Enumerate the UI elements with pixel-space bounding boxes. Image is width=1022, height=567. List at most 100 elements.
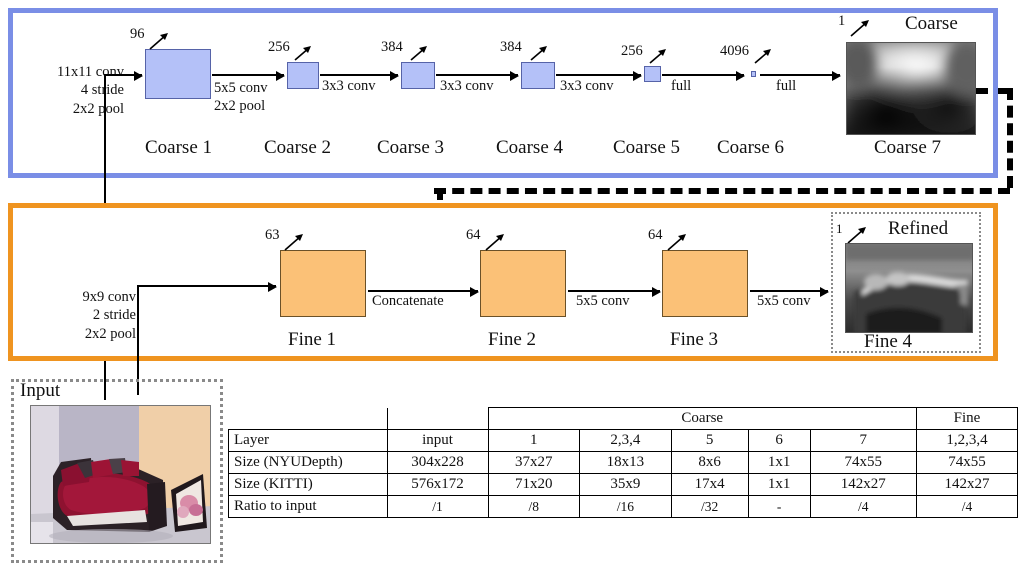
fine-3-channel-pointer-icon xyxy=(667,234,686,251)
arrow-coarse1-to-coarse2 xyxy=(212,71,285,82)
fine-3-channels: 64 xyxy=(648,227,663,243)
fine-input-op-line2: 2 stride xyxy=(92,307,136,324)
arrow-input-to-fine1 xyxy=(137,282,277,293)
fine-1-block xyxy=(280,250,366,317)
coarse-op1-line1: 5x5 conv xyxy=(214,80,268,96)
cell-nyu-c1: 37x27 xyxy=(487,451,581,474)
coarse-output-caption: Coarse xyxy=(905,13,958,34)
coarse-5-channel-pointer-icon xyxy=(649,49,666,64)
fine-input-op-line3: 2x2 pool xyxy=(84,325,136,342)
fine-2-block xyxy=(480,250,566,317)
coarse-input-op-line2: 4 stride xyxy=(80,82,124,99)
group-blank-2 xyxy=(386,407,489,430)
fine-2-channel-pointer-icon xyxy=(485,234,504,251)
dashed-link-segment-b xyxy=(1007,88,1013,188)
group-header-coarse: Coarse xyxy=(487,407,917,430)
coarse-4-channels: 384 xyxy=(500,39,522,55)
coarse-op6-label: full xyxy=(776,78,797,94)
arrow-fine1-to-fine2 xyxy=(368,287,479,298)
col-header-fine1234: 1,2,3,4 xyxy=(916,429,1018,452)
coarse-4-label: Coarse 4 xyxy=(496,137,564,158)
dashed-link-segment-c xyxy=(434,188,1010,194)
row-label-kitti: Size (KITTI) xyxy=(228,473,388,496)
arrow-fine3-to-fine4 xyxy=(750,287,829,298)
coarse-input-op-line3: 2x2 pool xyxy=(72,100,124,117)
coarse-input-op-line1: 11x11 conv xyxy=(57,64,124,80)
table-column-header-row: Layer input 1 2,3,4 5 6 7 1,2,3,4 xyxy=(228,429,1018,452)
cell-nyu-fine: 74x55 xyxy=(916,451,1018,474)
cell-ratio-c5: /32 xyxy=(670,495,749,518)
fine-1-label: Fine 1 xyxy=(288,329,337,350)
coarse-5-label: Coarse 5 xyxy=(613,137,681,158)
dashed-link-segment-a xyxy=(976,88,1010,94)
cell-kitti-c1: 71x20 xyxy=(487,473,581,496)
coarse-4-block xyxy=(521,62,555,89)
coarse-op4-label: 3x3 conv xyxy=(560,78,614,94)
arrow-input-to-coarse1 xyxy=(104,71,143,82)
fine-output-caption: Refined xyxy=(888,218,949,239)
figure-root: 11x11 conv 4 stride 2x2 pool 96 Coarse 1… xyxy=(0,0,1022,567)
coarse-3-label: Coarse 3 xyxy=(377,137,445,158)
coarse-op1-line2: 2x2 pool xyxy=(214,98,266,115)
coarse-6-channel-pointer-icon xyxy=(754,49,771,64)
coarse-2-block xyxy=(287,62,319,89)
coarse-7-label: Coarse 7 xyxy=(874,137,942,158)
input-photo xyxy=(30,405,211,544)
col-header-c5: 5 xyxy=(670,429,749,452)
group-header-fine: Fine xyxy=(916,407,1018,430)
coarse-2-label: Coarse 2 xyxy=(264,137,332,158)
col-header-c7: 7 xyxy=(809,429,918,452)
layer-size-table: Coarse Fine Layer input 1 2,3,4 5 6 7 1,… xyxy=(228,407,1018,518)
col-header-layer: Layer xyxy=(228,429,388,452)
col-header-c1: 1 xyxy=(487,429,581,452)
cell-nyu-c5: 8x6 xyxy=(670,451,749,474)
table-group-header-row: Coarse Fine xyxy=(228,407,1018,430)
coarse-3-channel-pointer-icon xyxy=(410,46,427,61)
coarse-1-label: Coarse 1 xyxy=(145,137,213,158)
row-label-nyudepth: Size (NYUDepth) xyxy=(228,451,388,474)
coarse-5-channels: 256 xyxy=(621,43,643,59)
coarse-4-channel-pointer-icon xyxy=(530,46,547,61)
fine-1-channel-pointer-icon xyxy=(284,234,303,251)
fine-4-channels: 1 xyxy=(836,221,843,236)
coarse-3-block xyxy=(401,62,435,89)
arrow-coarse5-to-coarse6 xyxy=(662,71,745,82)
table-row: Size (KITTI) 576x172 71x20 35x9 17x4 1x1… xyxy=(228,473,1018,496)
fine-3-label: Fine 3 xyxy=(670,329,719,350)
coarse-depth-map-image xyxy=(846,42,976,135)
arrow-coarse2-to-coarse3 xyxy=(320,71,399,82)
coarse-2-channels: 256 xyxy=(268,39,290,55)
row-label-ratio: Ratio to input xyxy=(228,495,388,518)
coarse-1-channel-pointer-icon xyxy=(149,33,168,50)
coarse-7-channels: 1 xyxy=(838,13,846,29)
cell-ratio-c1: /8 xyxy=(487,495,581,518)
coarse-op2-label: 3x3 conv xyxy=(322,78,376,94)
arrow-coarse4-to-coarse5 xyxy=(556,71,642,82)
cell-ratio-fine: /4 xyxy=(916,495,1018,518)
fine-op2-label: 5x5 conv xyxy=(576,293,630,309)
coarse-1-channels: 96 xyxy=(130,26,145,42)
arrow-coarse3-to-coarse4 xyxy=(436,71,519,82)
cell-ratio-c6: - xyxy=(747,495,811,518)
fine-concatenate-label: Concatenate xyxy=(372,293,444,309)
cell-ratio-c234: /16 xyxy=(579,495,672,518)
cell-kitti-c5: 17x4 xyxy=(670,473,749,496)
table-row: Ratio to input /1 /8 /16 /32 - /4 /4 xyxy=(228,495,1018,518)
coarse-6-label: Coarse 6 xyxy=(717,137,785,158)
group-blank-1 xyxy=(228,407,388,430)
cell-nyu-input: 304x228 xyxy=(386,451,489,474)
fine-2-label: Fine 2 xyxy=(488,329,537,350)
coarse-1-block xyxy=(145,49,211,99)
fine-op3-label: 5x5 conv xyxy=(757,293,811,309)
fine-1-channels: 63 xyxy=(265,227,280,243)
cell-kitti-c6: 1x1 xyxy=(747,473,811,496)
fine-input-op-line1: 9x9 conv xyxy=(82,289,136,305)
fine-input-op-label: 9x9 conv 2 stride 2x2 pool xyxy=(36,288,136,343)
input-label: Input xyxy=(20,380,61,401)
table-row: Size (NYUDepth) 304x228 37x27 18x13 8x6 … xyxy=(228,451,1018,474)
coarse-op5-label: full xyxy=(671,78,692,94)
cell-ratio-c7: /4 xyxy=(809,495,918,518)
coarse-2-channel-pointer-icon xyxy=(294,46,311,61)
fine-2-channels: 64 xyxy=(466,227,481,243)
col-header-c6: 6 xyxy=(747,429,811,452)
